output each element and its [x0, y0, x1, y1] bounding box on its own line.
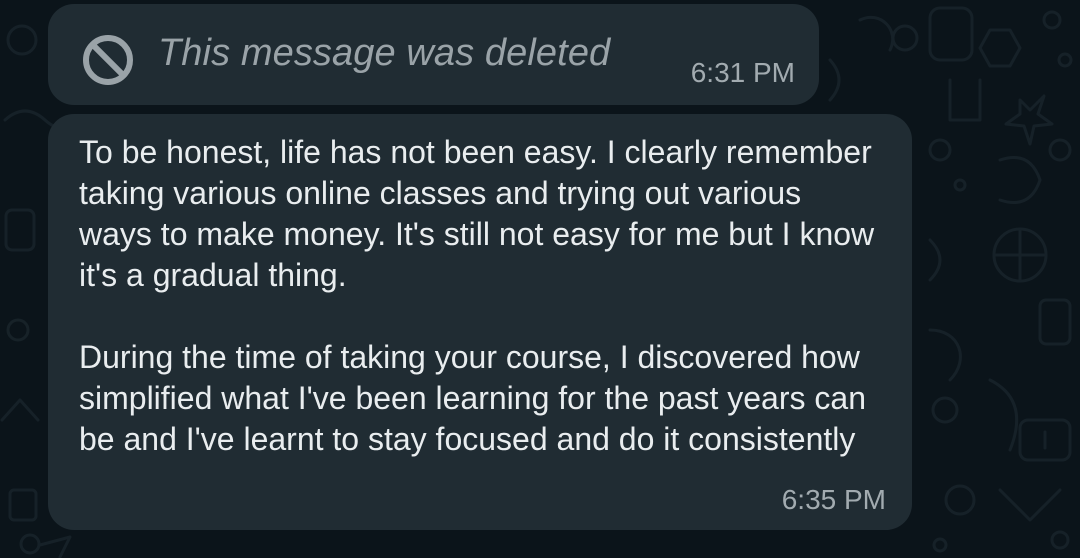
message-bubble[interactable]: To be honest, life has not been easy. I … [48, 114, 912, 530]
deleted-message-text: This message was deleted [158, 32, 611, 74]
message-paragraph: To be honest, life has not been easy. I … [79, 134, 875, 293]
message-paragraph: During the time of taking your course, I… [79, 339, 866, 457]
prohibited-icon [83, 35, 133, 85]
message-body: To be honest, life has not been easy. I … [79, 132, 879, 460]
message-timestamp: 6:35 PM [781, 484, 886, 515]
deleted-message-bubble[interactable]: This message was deleted 6:31 PM [48, 4, 819, 105]
message-timestamp: 6:31 PM [690, 57, 795, 88]
